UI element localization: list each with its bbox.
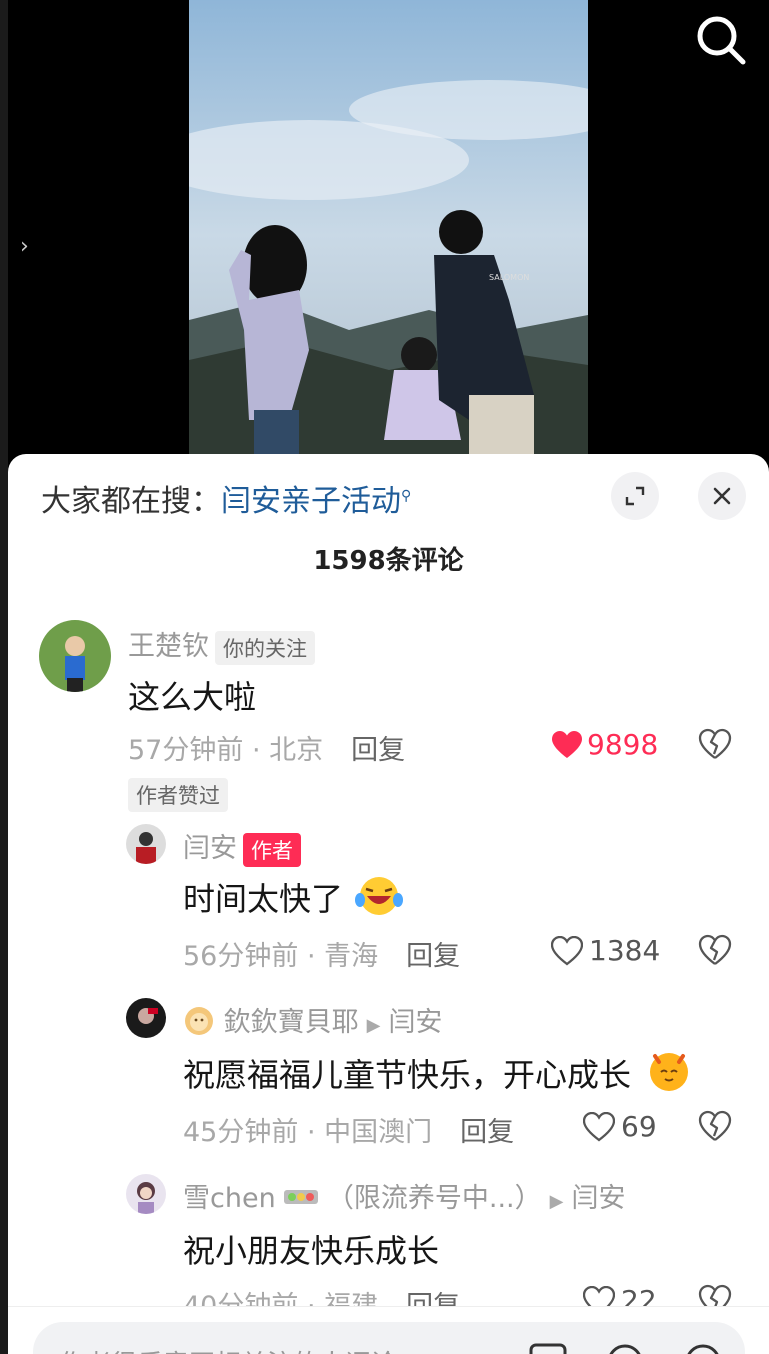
comment-input-placeholder: 作者很乐意互相关注的人评论: [59, 1344, 397, 1354]
dislike-button[interactable]: [698, 728, 732, 764]
comment-time: 57分钟前 · 北京: [128, 735, 324, 766]
comment-text: 时间太快了: [183, 874, 405, 920]
comment-item: 闫安 作者 时间太快了 56分钟前 · 青海 回复 1384: [8, 824, 769, 984]
comment-text: 祝小朋友快乐成长: [183, 1232, 440, 1270]
follow-tag: 你的关注: [215, 630, 315, 665]
like-button[interactable]: 1384: [551, 934, 660, 967]
broken-heart-icon: [698, 728, 732, 759]
family-photo: SALOMON: [189, 0, 588, 470]
at-mention-icon[interactable]: [605, 1342, 645, 1354]
avatar[interactable]: [126, 998, 166, 1038]
comment-author[interactable]: 王楚钦 你的关注: [128, 624, 315, 665]
hot-search[interactable]: 大家都在搜：闫安亲子活动⚲: [41, 476, 411, 520]
comment-author[interactable]: 欽欽寶貝耶 ▶ 闫安: [183, 1000, 442, 1039]
reply-button[interactable]: 回复: [351, 735, 405, 766]
comment-input[interactable]: 作者很乐意互相关注的人评论: [33, 1322, 745, 1354]
comment-meta: 45分钟前 · 中国澳门 回复: [183, 1110, 514, 1149]
emoji-icon[interactable]: [683, 1342, 723, 1354]
author-tag: 作者: [243, 832, 301, 867]
reply-arrow-icon: ▶: [549, 1191, 564, 1212]
dislike-button[interactable]: [698, 1110, 732, 1146]
comment-count: 1598条评论: [313, 546, 464, 576]
avatar[interactable]: [39, 620, 111, 692]
laugh-cry-emoji-icon: [343, 877, 405, 918]
comment-meta: 56分钟前 · 青海 回复: [183, 934, 460, 973]
left-edge: [0, 0, 8, 1354]
like-count: 1384: [589, 934, 661, 967]
comment-item: 欽欽寶貝耶 ▶ 闫安 祝愿福福儿童节快乐，开心成长 45分钟前 · 中国澳门 回复 6…: [8, 998, 769, 1148]
svg-text:SALOMON: SALOMON: [489, 273, 529, 282]
heart-outline-icon: [583, 1111, 615, 1141]
reply-button[interactable]: 回复: [460, 1117, 514, 1148]
video-frame[interactable]: SALOMON: [189, 0, 588, 470]
comment-text: 祝愿福福儿童节快乐，开心成长: [183, 1048, 697, 1096]
comment-author[interactable]: 雪chen （限流养号中...） ▶ 闫安: [183, 1176, 625, 1215]
search-icon: [697, 16, 746, 65]
broken-heart-icon: [698, 1110, 732, 1141]
comment-input-bar: 作者很乐意互相关注的人评论: [8, 1306, 769, 1354]
image-icon[interactable]: [528, 1342, 568, 1354]
broken-heart-icon: [698, 934, 732, 965]
comment-item: 雪chen （限流养号中...）▶闫安 祝小朋友快乐成长 40分钟前 · 福建回…: [8, 1174, 769, 1322]
avatar[interactable]: [126, 824, 166, 864]
comment-time: 56分钟前 · 青海: [183, 941, 379, 972]
expand-button[interactable]: [611, 472, 659, 520]
reply-arrow-icon: ▶: [366, 1015, 381, 1036]
hot-search-keyword[interactable]: 闫安亲子活动: [221, 484, 401, 519]
video-area[interactable]: SALOMON ›: [0, 0, 769, 1354]
comment-author[interactable]: 闫安 作者: [183, 826, 301, 867]
heart-filled-icon: [552, 730, 582, 758]
dislike-button[interactable]: [698, 934, 732, 970]
shy-sun-emoji-icon: [631, 1053, 697, 1094]
traffic-light-badge-icon: [276, 1183, 327, 1214]
keyword-search-icon: ⚲: [401, 488, 412, 504]
comment-time: 45分钟前 · 中国澳门: [183, 1117, 433, 1148]
close-button[interactable]: [698, 472, 746, 520]
like-button[interactable]: 69: [583, 1110, 657, 1143]
author-liked-badge: 作者赞过: [128, 778, 228, 812]
hot-search-prefix: 大家都在搜：: [41, 484, 221, 519]
side-chevron[interactable]: ›: [20, 234, 29, 259]
search-button[interactable]: [691, 10, 751, 70]
expand-icon: [625, 486, 645, 506]
comment-item: 王楚钦 你的关注 这么大啦 57分钟前 · 北京 回复 9898 作者赞过: [8, 618, 769, 818]
like-button[interactable]: 9898: [551, 728, 658, 761]
reply-button[interactable]: 回复: [406, 941, 460, 972]
comment-meta: 57分钟前 · 北京 回复: [128, 728, 405, 767]
heart-outline-icon: [551, 935, 583, 965]
lion-badge-icon: [183, 1007, 224, 1038]
comment-text: 这么大啦: [128, 678, 257, 716]
like-count: 9898: [587, 728, 659, 761]
avatar[interactable]: [126, 1174, 166, 1214]
like-count: 69: [621, 1110, 657, 1143]
close-icon: [713, 487, 731, 505]
comment-sheet: 大家都在搜：闫安亲子活动⚲ 1598条评论 王楚钦 你的关注 这么大啦 57分钟前…: [8, 454, 769, 1354]
